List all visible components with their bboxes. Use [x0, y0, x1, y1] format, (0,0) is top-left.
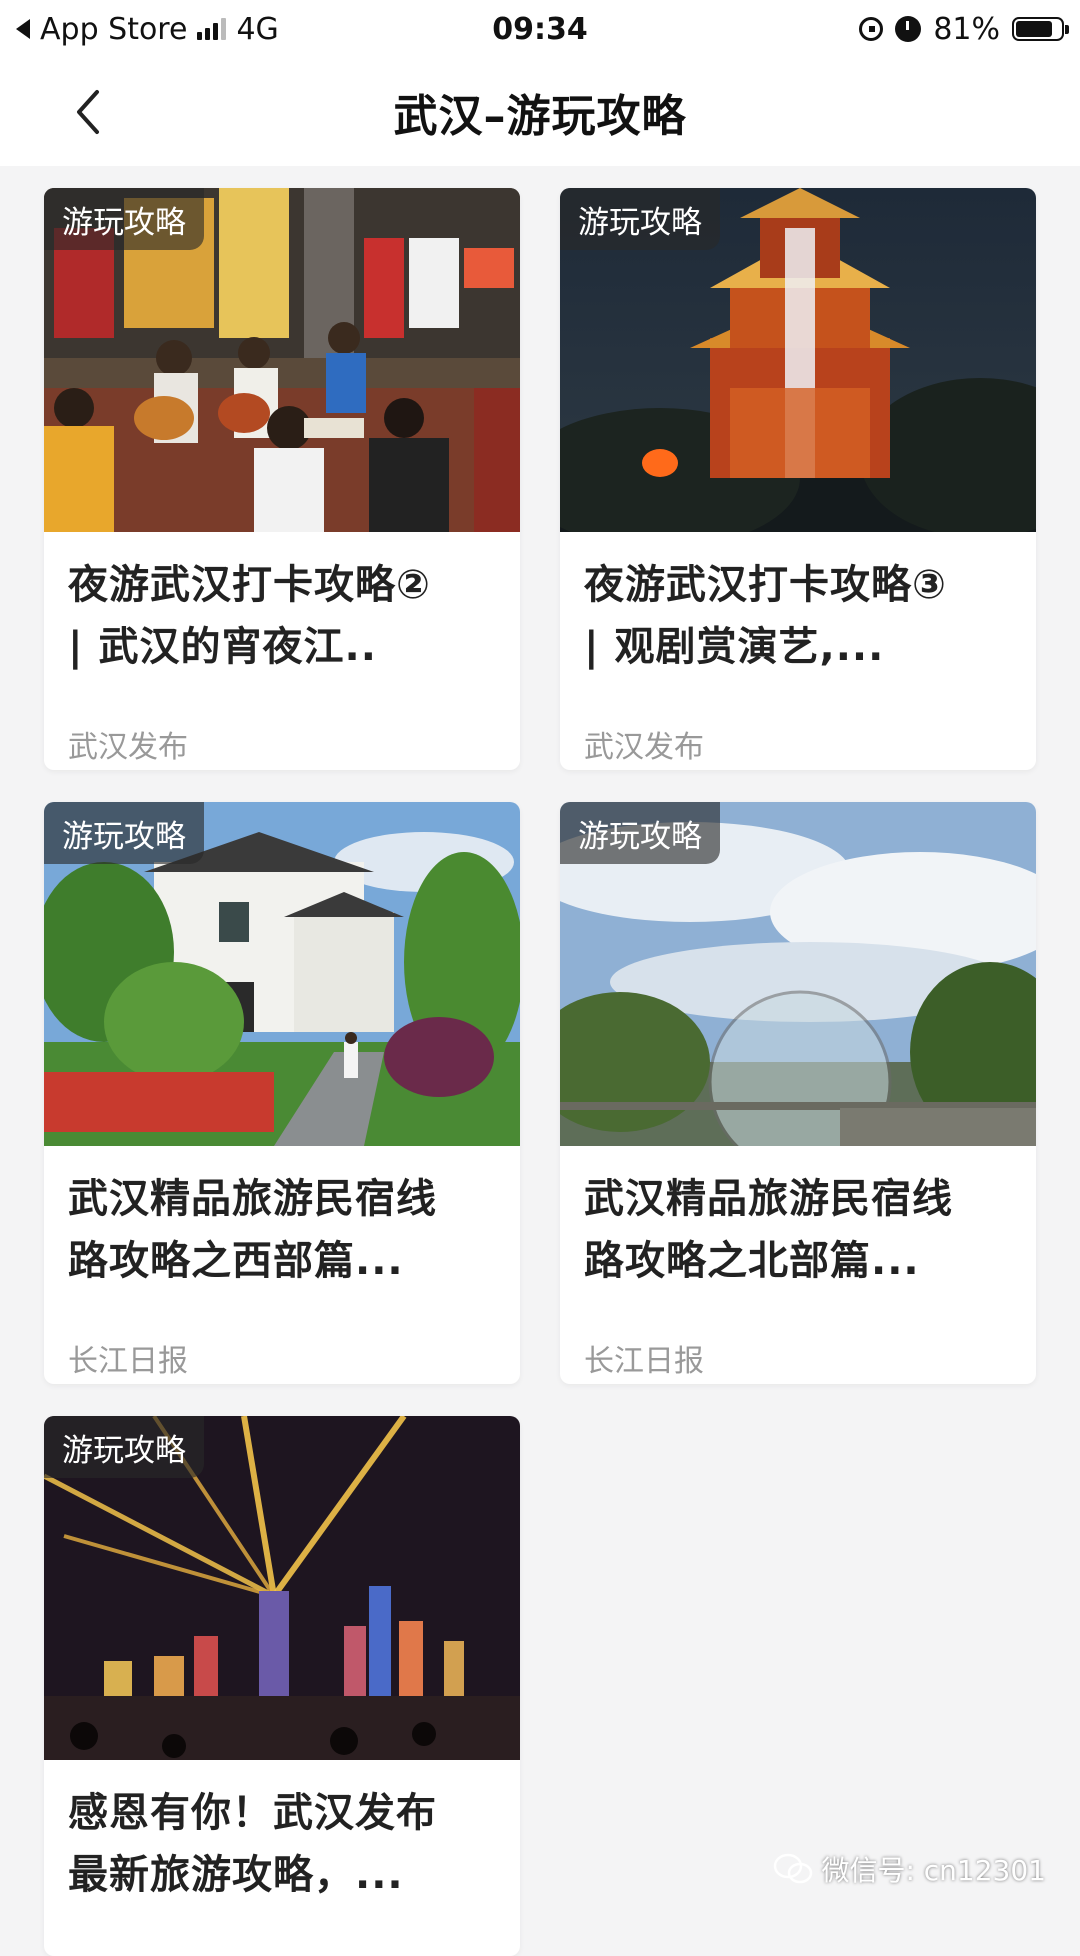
network-type: 4G: [236, 11, 279, 47]
battery-level-fill: [1016, 21, 1052, 37]
article-title[interactable]: 武汉精品旅游民宿线 路攻略之北部篇...: [584, 1168, 1014, 1292]
category-tag: 游玩攻略: [560, 802, 720, 864]
nav-bar: 武汉–游玩攻略: [0, 58, 1080, 166]
article-thumbnail[interactable]: 游玩攻略: [560, 802, 1036, 1146]
article-title-line[interactable]: | 观剧赏演艺,...: [584, 616, 1014, 678]
article-card[interactable]: 游玩攻略 武汉精品旅游民宿线 路攻略之北部篇... 长江日报: [560, 802, 1036, 1384]
article-thumbnail[interactable]: 游玩攻略: [44, 1416, 520, 1760]
article-thumbnail[interactable]: 游玩攻略: [44, 802, 520, 1146]
article-title[interactable]: 感恩有你！武汉发布 最新旅游攻略，...: [68, 1782, 498, 1906]
status-time: 09:34: [492, 11, 588, 47]
article-title-line[interactable]: 夜游武汉打卡攻略③: [584, 554, 1014, 616]
article-title-line[interactable]: 最新旅游攻略，...: [68, 1844, 498, 1906]
wechat-icon: [774, 1853, 813, 1884]
article-card[interactable]: 游玩攻略 夜游武汉打卡攻略② | 武汉的宵夜江.. 武汉发布: [44, 188, 520, 770]
category-tag: 游玩攻略: [44, 188, 204, 250]
article-title-line[interactable]: 感恩有你！武汉发布: [68, 1782, 498, 1844]
status-left[interactable]: App Store 4G: [16, 12, 279, 47]
article-title[interactable]: 夜游武汉打卡攻略③ | 观剧赏演艺,...: [584, 554, 1014, 678]
article-card[interactable]: 游玩攻略 感恩有你！武汉发布 最新旅游攻略，...: [44, 1416, 520, 1956]
article-title-line[interactable]: 武汉精品旅游民宿线: [68, 1168, 498, 1230]
battery-icon: [1012, 17, 1069, 41]
article-title-line[interactable]: 武汉精品旅游民宿线: [584, 1168, 1014, 1230]
wechat-watermark: 微信号: cn12301: [773, 1846, 1046, 1892]
orientation-lock-icon: [859, 17, 884, 41]
article-title-line[interactable]: 路攻略之北部篇...: [584, 1230, 1014, 1292]
article-card[interactable]: 游玩攻略 武汉精品旅游民宿线 路攻略之西部篇... 长江日报: [44, 802, 520, 1384]
article-title-line[interactable]: | 武汉的宵夜江..: [68, 616, 498, 678]
article-title[interactable]: 夜游武汉打卡攻略② | 武汉的宵夜江..: [68, 554, 498, 678]
status-bar: App Store 4G 09:34 81%: [0, 0, 1080, 58]
article-source: 武汉发布: [584, 730, 704, 765]
page-title: 武汉–游玩攻略: [393, 91, 687, 142]
back-to-app-icon: [16, 19, 30, 39]
article-title[interactable]: 武汉精品旅游民宿线 路攻略之西部篇...: [68, 1168, 498, 1292]
article-grid: 游玩攻略 夜游武汉打卡攻略② | 武汉的宵夜江.. 武汉发布 游玩攻略 夜游武汉…: [0, 166, 1080, 1956]
article-card[interactable]: 游玩攻略 夜游武汉打卡攻略③ | 观剧赏演艺,... 武汉发布: [560, 188, 1036, 770]
battery-percent: 81%: [933, 11, 1000, 47]
article-title-line[interactable]: 夜游武汉打卡攻略②: [68, 554, 498, 616]
cellular-signal-icon: [197, 18, 227, 40]
article-source: 长江日报: [68, 1344, 188, 1379]
article-thumbnail[interactable]: 游玩攻略: [560, 188, 1036, 532]
article-title-line[interactable]: 路攻略之西部篇...: [68, 1230, 498, 1292]
watermark-text: 微信号: cn12301: [821, 1854, 1046, 1887]
article-thumbnail[interactable]: 游玩攻略: [44, 188, 520, 532]
article-source: 长江日报: [584, 1344, 704, 1379]
alarm-icon: [895, 16, 922, 42]
article-source: 武汉发布: [68, 730, 188, 765]
category-tag: 游玩攻略: [44, 802, 204, 864]
category-tag: 游玩攻略: [560, 188, 720, 250]
back-to-app-label[interactable]: App Store: [40, 12, 187, 47]
category-tag: 游玩攻略: [44, 1416, 204, 1478]
